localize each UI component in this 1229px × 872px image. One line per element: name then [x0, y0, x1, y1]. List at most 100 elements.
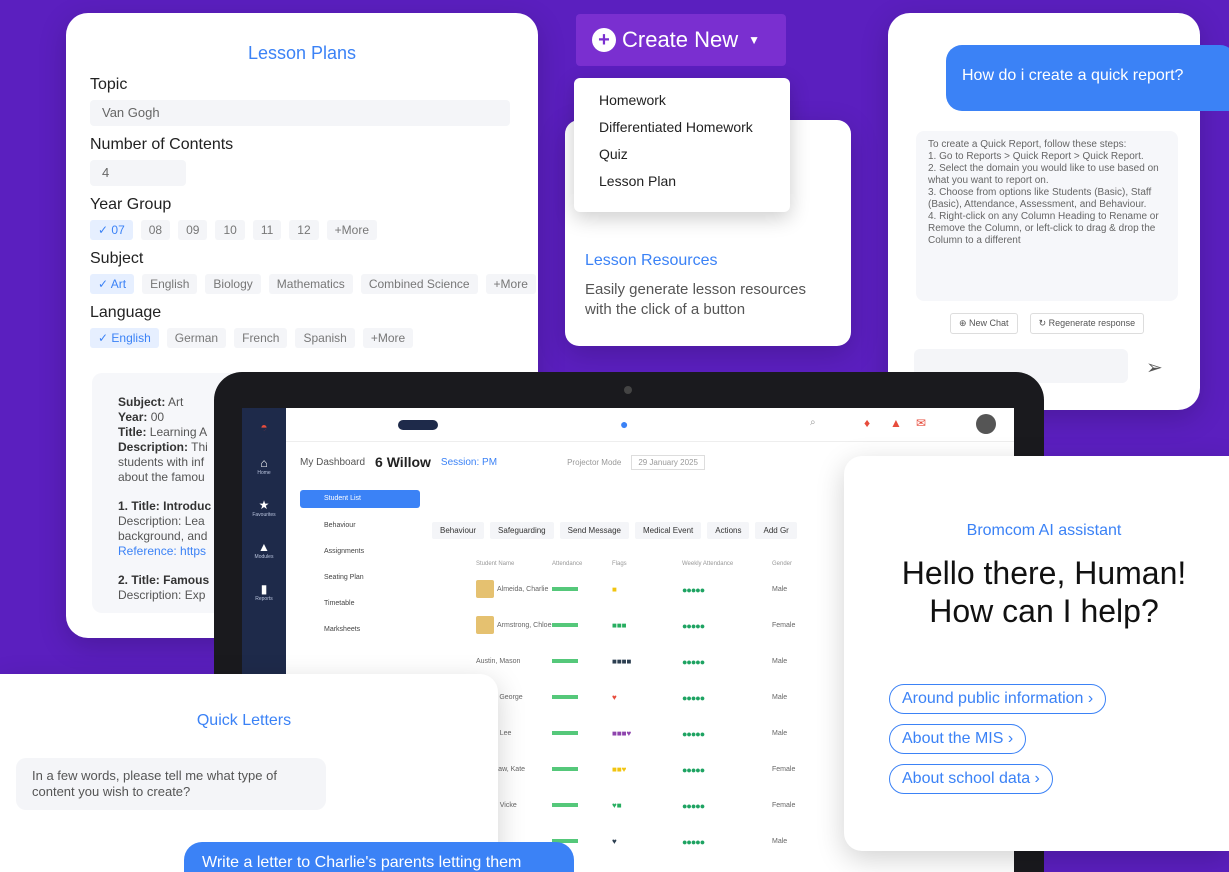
contents-label: Number of Contents	[90, 136, 234, 153]
gender-cell: Male	[772, 694, 788, 701]
alerts-icon[interactable]: ▲	[890, 416, 902, 430]
class-title: 6 Willow	[375, 454, 431, 470]
year-chip[interactable]: 09	[178, 220, 208, 240]
avatar[interactable]	[976, 414, 996, 434]
language-chip[interactable]: ✓ English	[90, 328, 159, 348]
topic-input[interactable]: Van Gogh	[90, 100, 510, 126]
student-name-cell[interactable]: Almeida, Charlie	[432, 578, 552, 602]
table-row[interactable]: Almeida, Charlie ■ ●●●●● Male	[432, 578, 852, 614]
dashboard-link[interactable]: My Dashboard	[300, 457, 365, 468]
nav-student-list[interactable]: Student List	[300, 490, 420, 508]
output-key: Year:	[118, 410, 148, 424]
output-value: Thi	[188, 440, 208, 454]
output-value: Art	[165, 395, 184, 409]
nav-assignments[interactable]: Assignments	[300, 542, 420, 568]
home-icon[interactable]: ⌂	[242, 456, 286, 470]
gender-cell: Female	[772, 766, 796, 773]
subject-chip[interactable]: English	[142, 274, 198, 294]
sidebar-label: Reports	[255, 596, 273, 602]
send-icon[interactable]: ➢	[1146, 355, 1163, 380]
year-chip[interactable]: 11	[252, 220, 282, 240]
modules-icon[interactable]: ▲	[242, 540, 286, 554]
nav-behaviour[interactable]: Behaviour	[300, 516, 420, 542]
quick-letters-title: Quick Letters	[196, 712, 292, 729]
weekly-attendance-cell: ●●●●●	[682, 801, 705, 811]
session-selector[interactable]: Session: PM	[441, 457, 497, 468]
subject-chip[interactable]: Mathematics	[268, 274, 353, 294]
quick-letters-user-message: Write a letter to Charlie's parents lett…	[184, 842, 574, 872]
new-chat-label: New Chat	[969, 318, 1009, 328]
student-avatar	[476, 580, 494, 599]
actions-button[interactable]: Actions	[707, 522, 750, 539]
col-gender[interactable]: Gender	[772, 556, 832, 578]
col-flags[interactable]: Flags	[612, 556, 682, 578]
attendance-bar	[552, 587, 578, 592]
menu-item-homework[interactable]: Homework	[599, 90, 790, 117]
nav-seating-plan[interactable]: Seating Plan	[300, 568, 420, 594]
lesson-resources-title: Lesson Resources	[585, 252, 718, 269]
create-new-button[interactable]: + Create New ▼	[576, 14, 786, 66]
behaviour-button[interactable]: Behaviour	[432, 522, 485, 539]
nav-timetable[interactable]: Timetable	[300, 594, 420, 620]
messages-icon[interactable]: ✉	[916, 416, 926, 430]
year-chip[interactable]: 10	[215, 220, 245, 240]
year-chip[interactable]: 08	[140, 220, 171, 240]
school-selector[interactable]	[398, 420, 438, 430]
search-icon[interactable]: ⌕	[810, 417, 816, 428]
subject-chip[interactable]: Combined Science	[360, 274, 478, 294]
chevron-right-icon: ›	[1007, 730, 1014, 747]
language-chip[interactable]: German	[166, 328, 227, 348]
table-row[interactable]: Austin, Mason ■■■■ ●●●●● Male	[432, 650, 852, 686]
col-attendance[interactable]: Attendance	[552, 556, 612, 578]
menu-item-quiz[interactable]: Quiz	[599, 144, 790, 171]
subject-chip[interactable]: ✓ Art	[90, 274, 135, 294]
language-more-chip[interactable]: +More	[362, 328, 414, 348]
nav-marksheets[interactable]: Marksheets	[300, 620, 420, 646]
safeguarding-button[interactable]: Safeguarding	[490, 522, 554, 539]
subject-more-chip[interactable]: +More	[485, 274, 536, 294]
year-chip[interactable]: ✓ 07	[90, 220, 133, 240]
medical-event-button[interactable]: Medical Event	[635, 522, 702, 539]
attendance-bar	[552, 803, 578, 808]
notification-icon[interactable]: ♦	[864, 416, 870, 430]
student-name-cell[interactable]: Armstrong, Chloe	[432, 614, 552, 638]
gender-cell: Male	[772, 730, 788, 737]
col-student-name[interactable]: Student Name	[432, 556, 552, 578]
language-chip[interactable]: Spanish	[295, 328, 355, 348]
weekly-attendance-cell: ●●●●●	[682, 693, 705, 703]
mis-breadcrumb: My Dashboard 6 Willow Session: PM Projec…	[300, 454, 705, 470]
table-row[interactable]: Armstrong, Chloe ■■■ ●●●●● Female	[432, 614, 852, 650]
chevron-right-icon: ›	[1034, 770, 1040, 787]
year-more-chip[interactable]: +More	[326, 220, 378, 240]
lesson-resources-description: Easily generate lesson resources with th…	[585, 281, 806, 318]
table-header: Student Name Attendance Flags Weekly Att…	[432, 556, 852, 578]
student-avatar	[476, 616, 494, 635]
ai-heading-line: Hello there, Human!	[901, 555, 1187, 591]
chat-icon[interactable]: ●	[620, 416, 628, 432]
menu-item-lesson-plan[interactable]: Lesson Plan	[599, 171, 790, 198]
option-public-information[interactable]: Around public information ›	[889, 684, 1107, 714]
year-chip[interactable]: 12	[289, 220, 319, 240]
student-name: Almeida, Charlie	[497, 586, 549, 593]
year-group-label: Year Group	[90, 196, 172, 213]
contents-input[interactable]: 4	[90, 160, 186, 186]
option-about-mis[interactable]: About the MIS ›	[889, 724, 1027, 754]
language-chip[interactable]: French	[234, 328, 288, 348]
option-school-data[interactable]: About school data ›	[889, 764, 1053, 794]
add-group-button[interactable]: Add Gr	[755, 522, 797, 539]
subject-chip[interactable]: Biology	[205, 274, 261, 294]
attendance-cell	[552, 722, 612, 746]
reports-icon[interactable]: ▮	[242, 582, 286, 596]
col-weekly-attendance[interactable]: Weekly Attendance	[682, 556, 772, 578]
student-name-cell[interactable]: Austin, Mason	[432, 650, 552, 674]
new-chat-icon: ⊕	[959, 318, 970, 328]
weekly-attendance-cell: ●●●●●	[682, 729, 705, 739]
date-field[interactable]: 29 January 2025	[631, 454, 705, 470]
new-chat-button[interactable]: ⊕ New Chat	[950, 313, 1018, 334]
star-icon[interactable]: ★	[242, 498, 286, 512]
regenerate-button[interactable]: ↻ Regenerate response	[1029, 313, 1145, 334]
send-message-button[interactable]: Send Message	[559, 522, 629, 539]
menu-item-differentiated-homework[interactable]: Differentiated Homework	[599, 117, 790, 144]
attendance-bar	[552, 767, 578, 772]
caret-down-icon: ▼	[748, 33, 761, 47]
